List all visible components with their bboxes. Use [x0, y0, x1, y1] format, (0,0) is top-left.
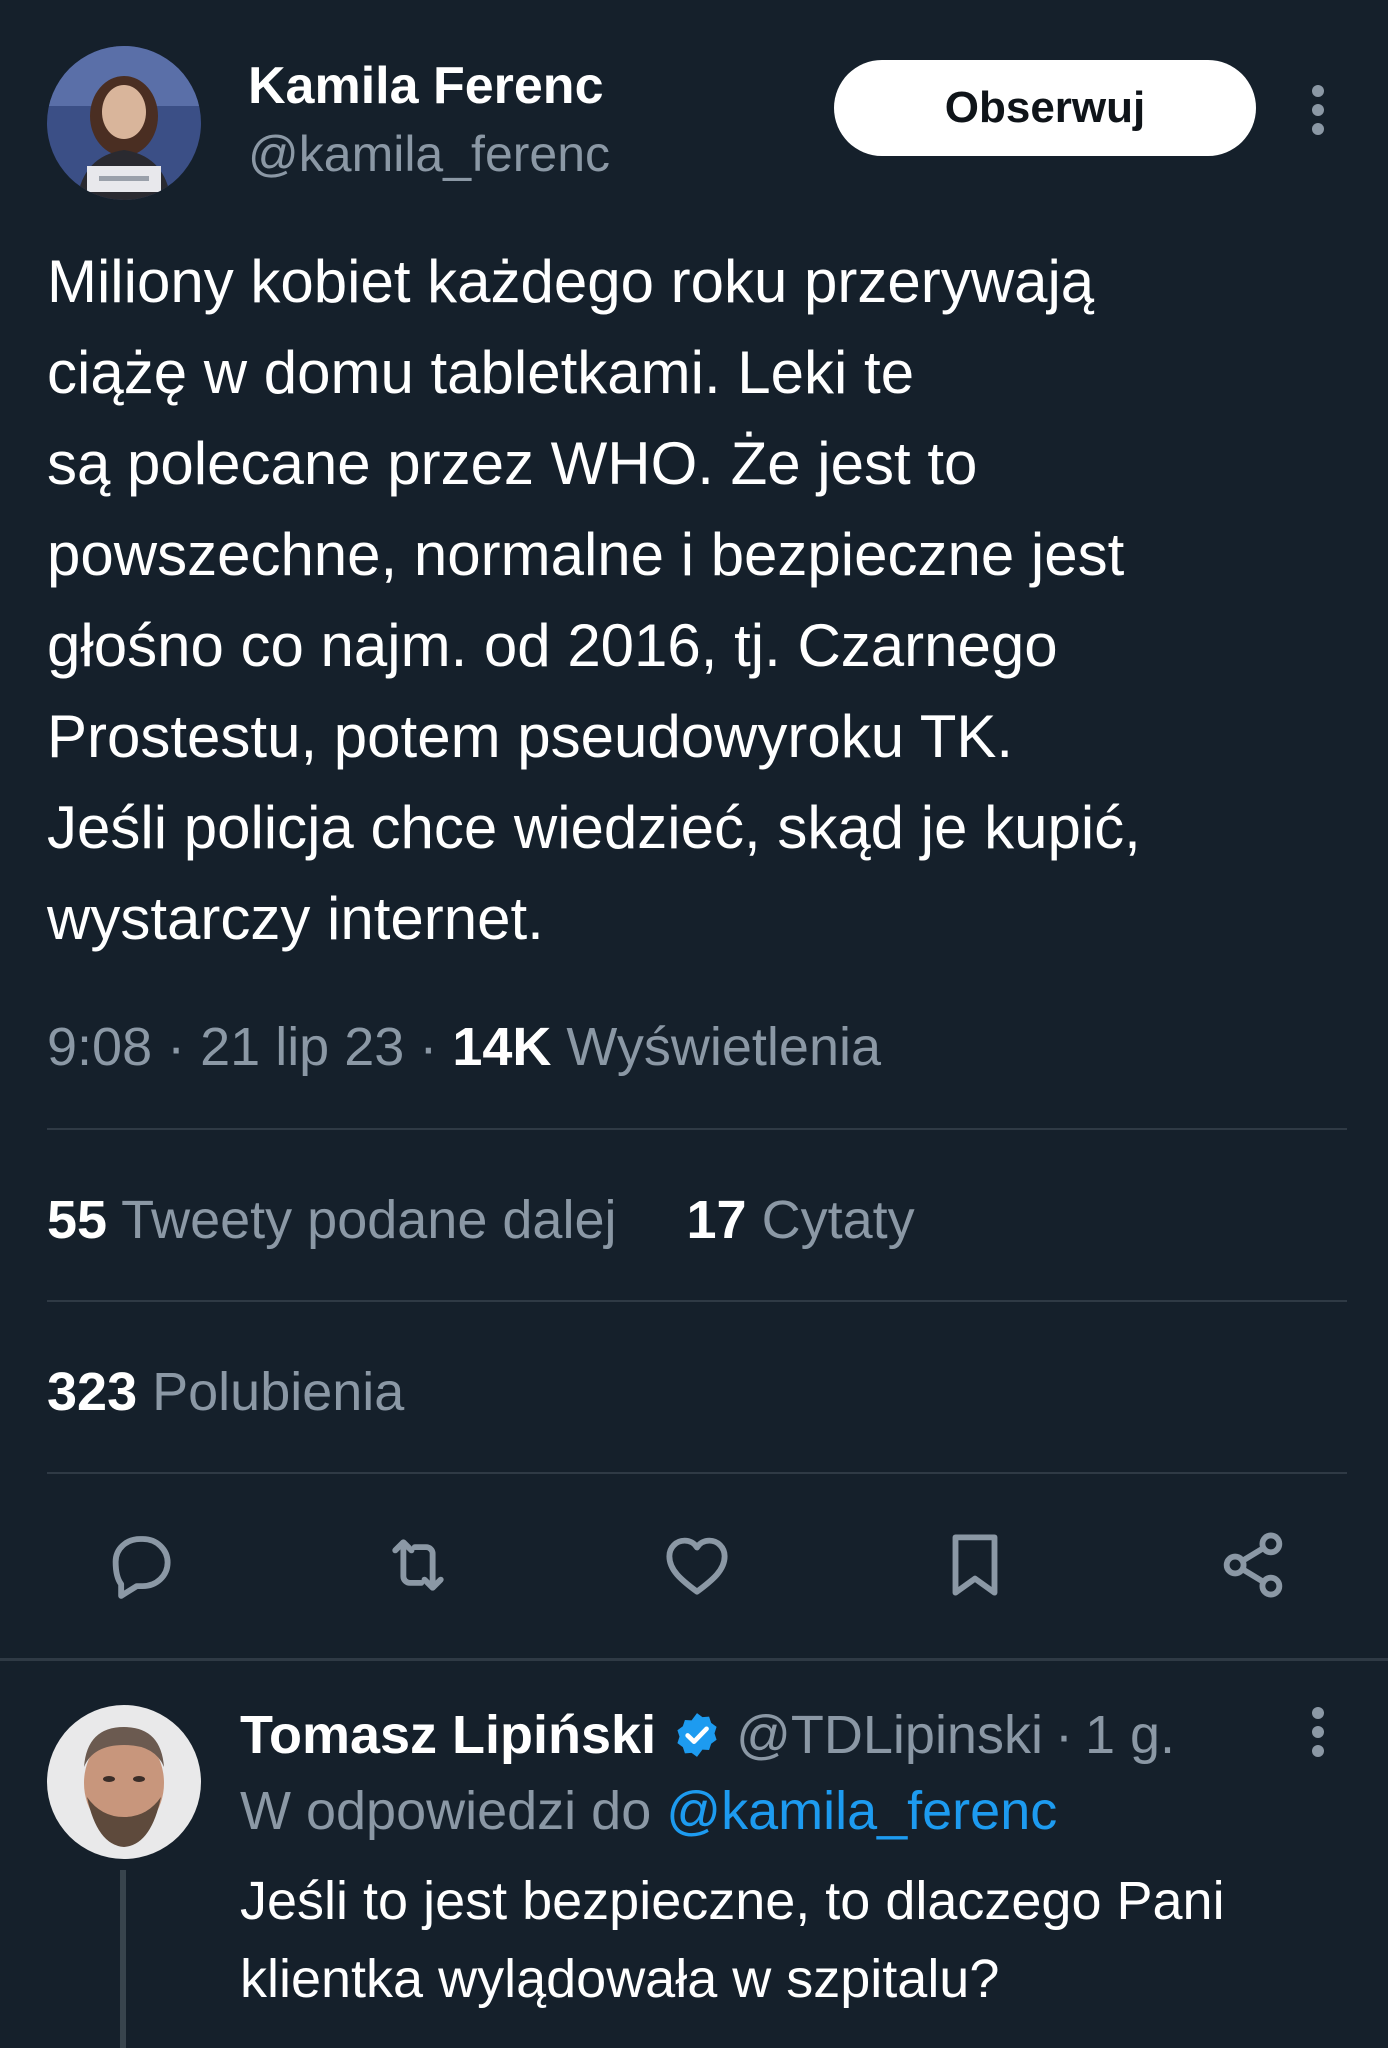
follow-button[interactable]: Obserwuj [834, 60, 1256, 156]
reply-avatar-image [47, 1705, 201, 1859]
bookmark-icon [952, 1534, 998, 1596]
meta-separator: · [167, 1017, 186, 1077]
views-count: 14K [452, 1017, 552, 1077]
tweet-meta: 9:08 · 21 lip 23 · 14K Wyświetlenia [47, 1012, 881, 1082]
quotes-label: Cytaty [761, 1190, 915, 1250]
reply-author-name[interactable]: Tomasz Lipiński [240, 1700, 656, 1770]
reply-author-avatar[interactable] [47, 1705, 201, 1859]
author-handle[interactable]: @kamila_ferenc [248, 124, 610, 184]
reply-icon [112, 1536, 171, 1599]
likes-stat[interactable]: 323 Polubienia [47, 1357, 404, 1427]
share-button[interactable] [1208, 1510, 1298, 1620]
retweets-count: 55 [47, 1190, 108, 1250]
reply-text: Jeśli to jest bezpieczne, to dlaczego Pa… [240, 1871, 1225, 2009]
more-vertical-icon [1312, 1707, 1324, 1757]
reply-author-handle[interactable]: @TDLipinski [736, 1700, 1043, 1770]
share-icon [1223, 1532, 1283, 1598]
reply-header: Tomasz Lipiński @TDLipinski · 1 g. [240, 1700, 1175, 1770]
meta-separator: · [419, 1017, 438, 1077]
divider [47, 1472, 1347, 1474]
tweet-date[interactable]: 21 lip 23 [200, 1017, 404, 1077]
author-avatar[interactable] [47, 46, 201, 200]
tweet-text: Miliony kobiet każdego roku przerywają c… [47, 248, 1141, 952]
like-button[interactable] [652, 1510, 742, 1620]
quotes-stat[interactable]: 17 Cytaty [687, 1190, 915, 1250]
tweet-more-button[interactable] [1296, 80, 1340, 140]
author-avatar-image [47, 46, 201, 200]
reply-to-line: W odpowiedzi do @kamila_ferenc [240, 1776, 1057, 1846]
thread-line [120, 1870, 126, 2048]
like-icon [666, 1537, 728, 1595]
reply-separator: · [1054, 1705, 1073, 1765]
reply-button[interactable] [95, 1510, 185, 1620]
likes-label: Polubienia [152, 1362, 405, 1422]
likes-count: 323 [47, 1362, 138, 1422]
tweet-time[interactable]: 9:08 [47, 1017, 152, 1077]
quotes-count: 17 [686, 1190, 747, 1250]
author-name[interactable]: Kamila Ferenc [248, 56, 604, 116]
tweet-detail-page: Kamila Ferenc @kamila_ferenc Obserwuj Mi… [0, 0, 1388, 2048]
share-stats: 55 Tweety podane dalej 17 Cytaty [47, 1185, 915, 1255]
reply-to-mention[interactable]: @kamila_ferenc [666, 1781, 1057, 1841]
reply-age[interactable]: 1 g. [1085, 1700, 1175, 1770]
bookmark-button[interactable] [930, 1510, 1020, 1620]
reply-to-label: W odpowiedzi do [240, 1781, 652, 1841]
more-vertical-icon [1312, 85, 1324, 135]
retweet-icon [392, 1539, 444, 1591]
divider [47, 1300, 1347, 1302]
divider [47, 1128, 1347, 1130]
retweet-button[interactable] [373, 1510, 463, 1620]
retweets-stat[interactable]: 55 Tweety podane dalej [47, 1190, 616, 1250]
action-bar [0, 1510, 1388, 1620]
section-divider [0, 1658, 1388, 1661]
verified-badge-icon [677, 1713, 717, 1757]
reply-more-button[interactable] [1296, 1702, 1340, 1762]
retweets-label: Tweety podane dalej [121, 1190, 617, 1250]
views-label: Wyświetlenia [566, 1017, 882, 1077]
